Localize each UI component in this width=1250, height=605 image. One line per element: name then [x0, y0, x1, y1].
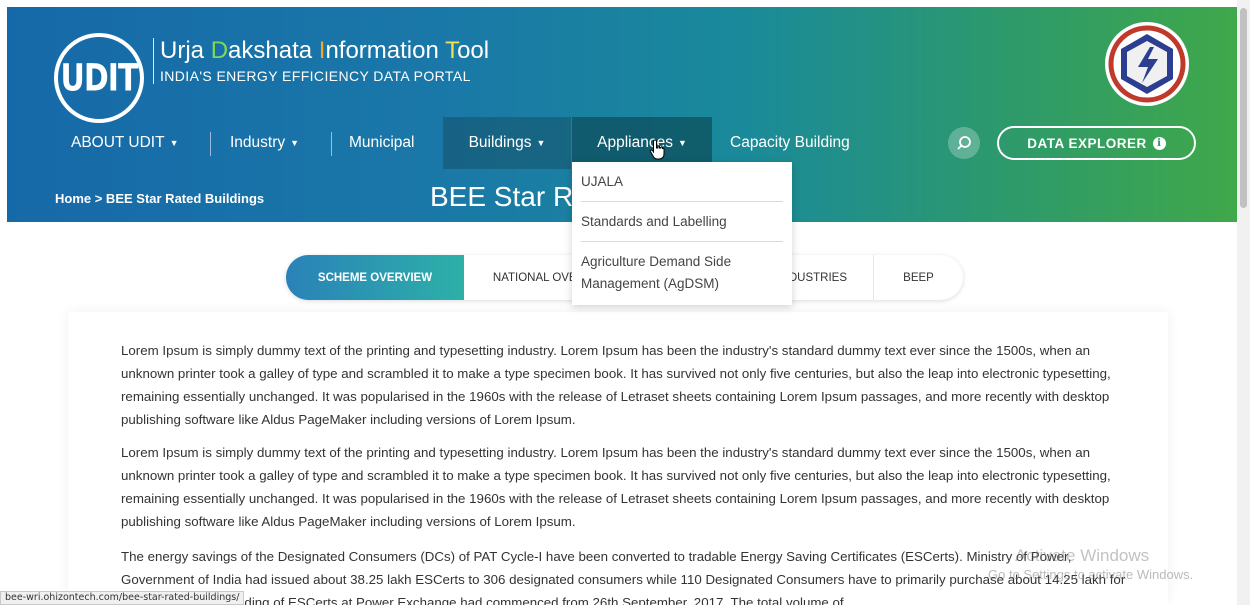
menu-item-standards-labelling[interactable]: Standards and Labelling	[581, 202, 783, 242]
windows-activation-hint: Go to Settings to activate Windows.	[988, 567, 1194, 582]
chevron-down-icon: ▼	[536, 138, 546, 148]
status-bar-url: bee-wri.ohizontech.com/bee-star-rated-bu…	[0, 591, 245, 605]
search-icon	[957, 136, 971, 150]
info-icon: i	[1152, 136, 1166, 150]
overview-paragraph-1: Lorem Ipsum is simply dummy text of the …	[121, 343, 1111, 427]
menu-item-agdsm[interactable]: Agriculture Demand Side Management (AgDS…	[581, 242, 757, 301]
title-part-t: T	[445, 37, 458, 64]
chevron-down-icon: ▼	[677, 138, 687, 148]
chevron-down-icon: ▼	[290, 138, 300, 148]
data-explorer-button[interactable]: DATA EXPLORER i	[997, 126, 1196, 160]
nav-industry[interactable]: Industry ▼	[230, 117, 299, 169]
overview-paragraph-2: Lorem Ipsum is simply dummy text of the …	[121, 445, 1111, 529]
tab-scheme-overview[interactable]: SCHEME OVERVIEW	[286, 255, 464, 300]
udit-logo-text: UDIT	[60, 56, 139, 100]
nav-municipal[interactable]: Municipal	[349, 117, 414, 169]
nav-separator	[210, 132, 211, 156]
scrollbar-thumb[interactable]	[1240, 8, 1247, 208]
site-subtitle: INDIA'S ENERGY EFFICIENCY DATA PORTAL	[160, 68, 471, 84]
page-scrollbar[interactable]	[1237, 0, 1250, 605]
breadcrumb[interactable]: Home > BEE Star Rated Buildings	[55, 191, 264, 206]
nav-buildings[interactable]: Buildings ▼	[443, 117, 571, 169]
chevron-down-icon: ▼	[169, 138, 179, 148]
tab-beep[interactable]: BEEP	[874, 255, 963, 300]
appliances-dropdown-menu: UJALA Standards and Labelling Agricultur…	[572, 162, 792, 305]
search-button[interactable]	[948, 127, 980, 159]
overview-paragraph-3: The energy savings of the Designated Con…	[121, 549, 1126, 605]
site-title[interactable]: Urja Dakshata Information Tool	[160, 37, 489, 65]
windows-activation-watermark: Activate Windows	[1015, 546, 1150, 565]
logo-divider	[153, 38, 154, 84]
udit-logo[interactable]: UDIT	[54, 33, 144, 123]
hand-cursor-icon	[649, 139, 665, 160]
nav-separator	[331, 132, 332, 156]
nav-about-udit[interactable]: ABOUT UDIT ▼	[71, 117, 179, 169]
title-part-d: D	[210, 37, 229, 64]
menu-item-ujala[interactable]: UJALA	[581, 162, 783, 202]
title-part-u: U	[160, 37, 178, 64]
bee-seal-icon[interactable]	[1102, 19, 1192, 109]
